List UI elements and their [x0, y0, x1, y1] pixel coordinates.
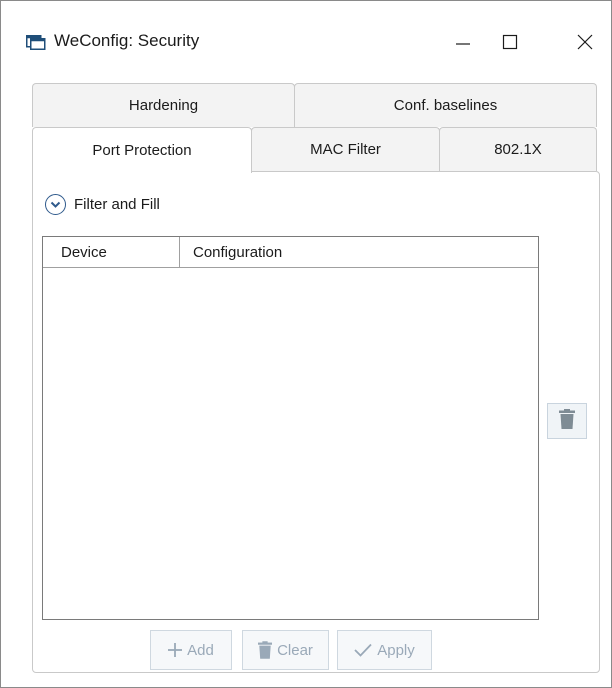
- tab-port-protection[interactable]: Port Protection: [32, 127, 252, 173]
- add-label: Add: [187, 641, 214, 659]
- tab-hardening[interactable]: Hardening: [32, 83, 295, 127]
- apply-label: Apply: [377, 641, 415, 659]
- device-config-table[interactable]: Device Configuration: [42, 236, 539, 620]
- clear-label: Clear: [277, 641, 313, 659]
- chevron-down-circle-icon: [45, 194, 66, 215]
- plus-icon: [168, 643, 183, 657]
- column-header-device[interactable]: Device: [43, 237, 180, 267]
- minimize-button[interactable]: [444, 26, 482, 58]
- filter-and-fill-toggle[interactable]: Filter and Fill: [45, 194, 160, 215]
- close-icon: [576, 33, 594, 51]
- maximize-button[interactable]: [491, 26, 529, 58]
- maximize-icon: [501, 33, 519, 51]
- tab-label: MAC Filter: [310, 141, 381, 158]
- close-button[interactable]: [566, 26, 604, 58]
- window-icon: [26, 35, 46, 50]
- tab-802-1x[interactable]: 802.1X: [439, 127, 597, 171]
- table-header: Device Configuration: [43, 237, 538, 268]
- filter-and-fill-label: Filter and Fill: [74, 196, 160, 213]
- apply-button[interactable]: Apply: [337, 630, 432, 670]
- minimize-icon: [454, 33, 472, 51]
- tab-mac-filter[interactable]: MAC Filter: [251, 127, 440, 171]
- tab-label: Conf. baselines: [393, 97, 498, 114]
- window-title: WeConfig: Security: [54, 31, 200, 50]
- tab-conf-baselines[interactable]: Conf. baselines: [294, 83, 597, 127]
- tab-label: Hardening: [128, 97, 199, 114]
- delete-row-button[interactable]: [547, 403, 587, 439]
- tab-label: 802.1X: [494, 141, 542, 158]
- trash-icon: [559, 408, 575, 434]
- column-header-configuration[interactable]: Configuration: [180, 237, 538, 267]
- trash-icon: [258, 641, 273, 659]
- port-protection-panel: Filter and Fill Device Configuration Add…: [32, 171, 600, 673]
- tab-label: Port Protection: [92, 142, 192, 159]
- checkmark-icon: [354, 643, 372, 657]
- security-window: WeConfig: Security Hardening Conf. basel…: [0, 0, 612, 688]
- add-button[interactable]: Add: [150, 630, 232, 670]
- title-bar[interactable]: WeConfig: Security: [1, 1, 611, 63]
- clear-button[interactable]: Clear: [242, 630, 329, 670]
